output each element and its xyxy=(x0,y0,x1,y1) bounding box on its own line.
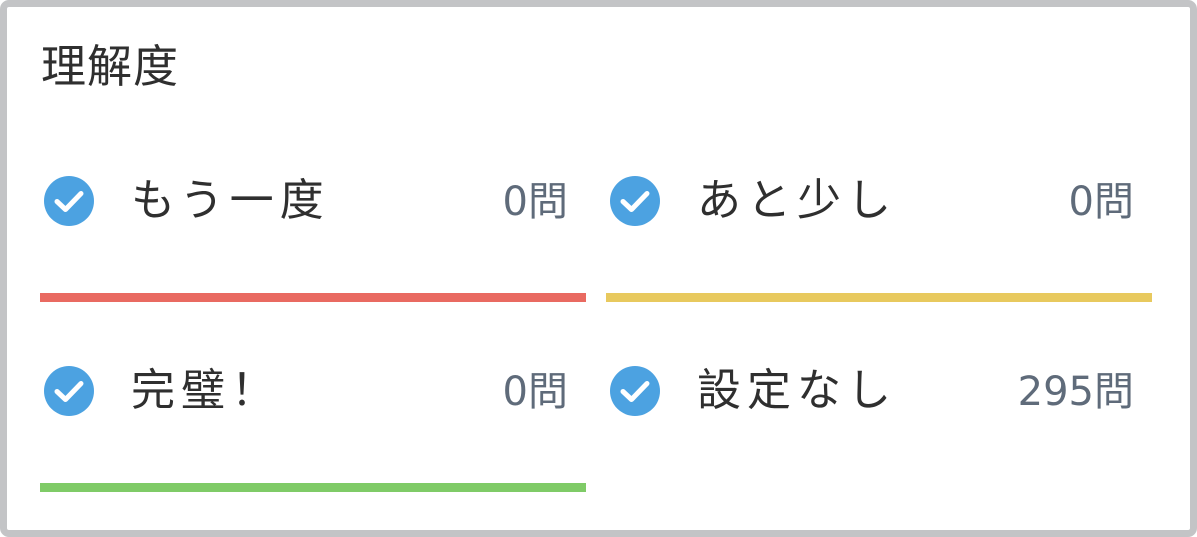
check-circle-icon[interactable] xyxy=(44,366,94,416)
check-circle-icon[interactable] xyxy=(610,366,660,416)
understanding-item-again[interactable]: もう一度 0問 xyxy=(40,153,586,303)
item-count: 0問 xyxy=(1068,179,1134,225)
check-circle-icon[interactable] xyxy=(44,176,94,226)
understanding-item-unset[interactable]: 設定なし 295問 xyxy=(606,343,1152,493)
understanding-panel: 理解度 もう一度 0問 あと少し 0問 完璧！ 0問 設定なし 295問 xyxy=(0,0,1197,537)
understanding-item-almost[interactable]: あと少し 0問 xyxy=(606,153,1152,303)
understanding-item-perfect[interactable]: 完璧！ 0問 xyxy=(40,343,586,493)
item-count: 295問 xyxy=(1017,369,1134,415)
item-label: あと少し xyxy=(697,175,897,226)
check-circle-icon[interactable] xyxy=(610,176,660,226)
item-color-bar xyxy=(40,293,586,302)
item-count: 0問 xyxy=(502,369,568,415)
item-color-bar xyxy=(606,293,1152,302)
item-label: 完璧！ xyxy=(131,365,281,416)
item-label: 設定なし xyxy=(697,365,897,416)
panel-title: 理解度 xyxy=(41,40,180,93)
item-label: もう一度 xyxy=(131,175,330,226)
item-color-bar xyxy=(40,483,586,492)
item-count: 0問 xyxy=(502,179,568,225)
